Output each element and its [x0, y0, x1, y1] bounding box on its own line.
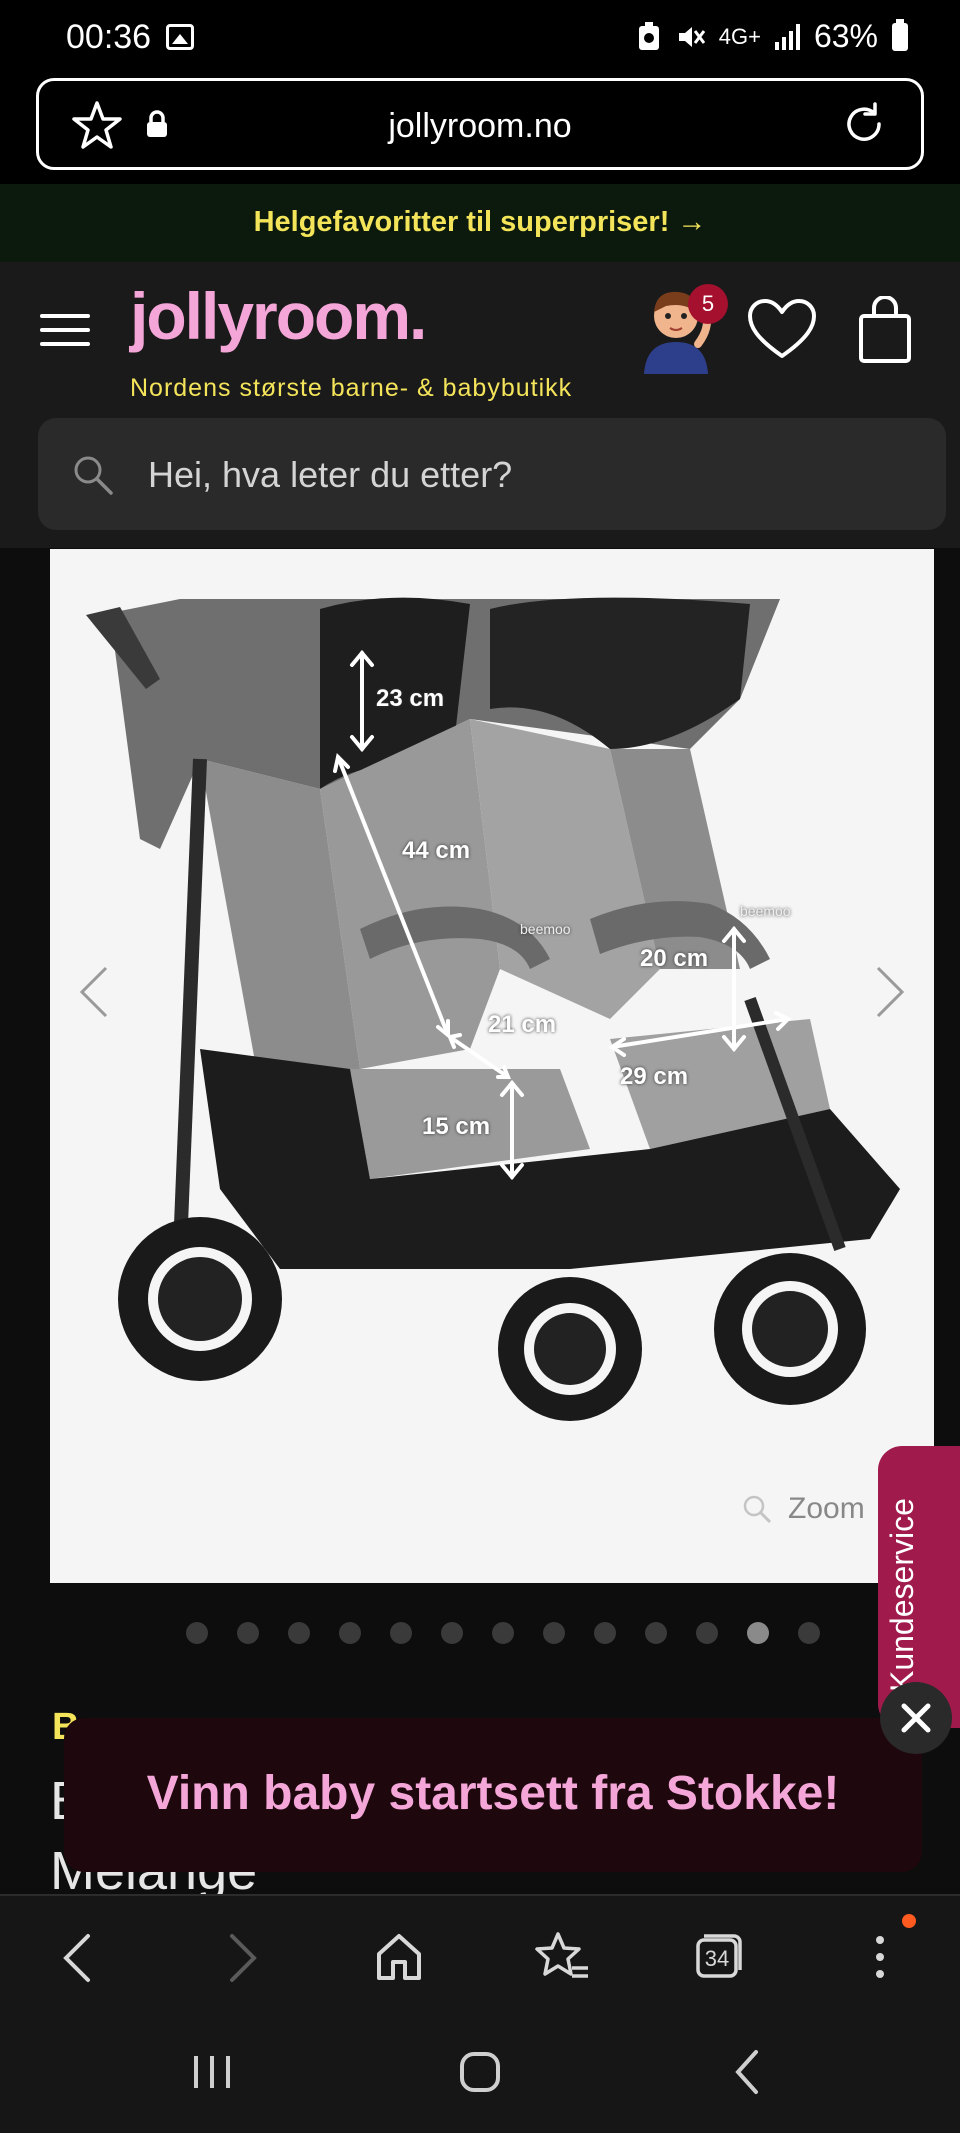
measurement-label: 29 cm [620, 1063, 689, 1090]
forward-icon[interactable] [222, 1930, 262, 1986]
tabs-count: 34 [704, 1946, 730, 1971]
status-icons: 4G+ 63% [637, 18, 908, 55]
carousel-dots [186, 1622, 820, 1644]
menu-icon[interactable] [40, 312, 90, 346]
carousel-dot[interactable] [390, 1622, 412, 1644]
url-field[interactable]: jollyroom.no [36, 78, 924, 170]
measurement-label: 20 cm [640, 945, 709, 972]
carousel-dot[interactable] [237, 1622, 259, 1644]
update-notification-dot [902, 1914, 916, 1928]
promo-banner[interactable]: Helgefavoritter til superpriser! → [0, 184, 960, 262]
recents-icon[interactable] [190, 2052, 234, 2092]
promo-text: Helgefavoritter til superpriser! → [253, 206, 707, 238]
carousel-dot[interactable] [186, 1622, 208, 1644]
battery-percent: 63% [813, 18, 878, 54]
back-nav-icon[interactable] [732, 2048, 762, 2096]
carousel-dot[interactable] [339, 1622, 361, 1644]
network-type: 4G+ [718, 23, 761, 49]
url-text: jollyroom.no [388, 107, 572, 145]
gallery-notification-icon [166, 24, 194, 50]
carousel-dot[interactable] [441, 1622, 463, 1644]
close-icon [901, 1703, 931, 1733]
battery-icon [892, 18, 908, 51]
zoom-icon [743, 1495, 772, 1524]
carousel-dot[interactable] [645, 1622, 667, 1644]
measurement-label: 21 cm [488, 1011, 557, 1038]
home-nav-icon[interactable] [458, 2050, 502, 2094]
search-input[interactable]: Hei, hva leter du etter? [38, 418, 946, 530]
shopping-bag-icon[interactable] [858, 296, 912, 364]
measurement-label: 15 cm [422, 1113, 491, 1140]
zoom-label: Zoom [788, 1492, 865, 1525]
more-menu-icon[interactable] [870, 1930, 890, 1984]
brand-on-bumper: beemoo [740, 903, 791, 919]
status-bar: 00:36 4G+ 63% [0, 0, 960, 76]
customer-service-label: Kundeservice [884, 1498, 920, 1692]
signal-icon [774, 23, 800, 50]
mute-icon [678, 26, 705, 47]
carousel-dot[interactable] [594, 1622, 616, 1644]
recycle-battery-icon [638, 21, 659, 50]
system-navigation-bar [0, 2012, 960, 2133]
wishlist-heart-icon[interactable] [746, 298, 818, 362]
site-tagline: Nordens største barne- & babybutikk [130, 374, 573, 402]
next-image-arrow-icon[interactable] [872, 964, 908, 1020]
site-logo[interactable]: jollyroom. [130, 278, 427, 354]
search-placeholder: Hei, hva leter du etter? [148, 454, 513, 495]
carousel-dot[interactable] [696, 1622, 718, 1644]
carousel-dot[interactable] [288, 1622, 310, 1644]
bookmarks-icon[interactable] [534, 1930, 590, 1984]
search-icon [74, 456, 113, 495]
brand-on-bumper: beemoo [520, 921, 571, 937]
zoom-button[interactable]: Zoom [742, 1492, 865, 1526]
home-icon[interactable] [374, 1930, 424, 1984]
previous-image-arrow-icon[interactable] [76, 964, 112, 1020]
tabs-button[interactable]: 34 [694, 1930, 744, 1980]
measurement-label: 44 cm [402, 837, 471, 864]
notification-badge: 5 [688, 284, 728, 324]
browser-toolbar: 34 [0, 1894, 960, 2012]
carousel-dot[interactable] [543, 1622, 565, 1644]
browser-url-bar: jollyroom.no [0, 76, 960, 184]
carousel-dot[interactable] [798, 1622, 820, 1644]
carousel-dot[interactable] [492, 1622, 514, 1644]
reload-icon[interactable] [839, 99, 889, 149]
stroller-illustration [86, 597, 900, 1421]
measurement-label: 23 cm [376, 685, 445, 712]
popup-text: Vinn baby startsett fra Stokke! [146, 1767, 840, 1820]
product-image[interactable]: 23 cm 44 cm 21 cm 15 cm 20 cm 29 cm beem… [50, 549, 934, 1583]
promo-popup[interactable]: Vinn baby startsett fra Stokke! [64, 1718, 922, 1872]
status-time: 00:36 [66, 18, 152, 56]
popup-close-button[interactable] [880, 1682, 952, 1754]
back-icon[interactable] [58, 1930, 98, 1986]
carousel-dot[interactable] [747, 1622, 769, 1644]
